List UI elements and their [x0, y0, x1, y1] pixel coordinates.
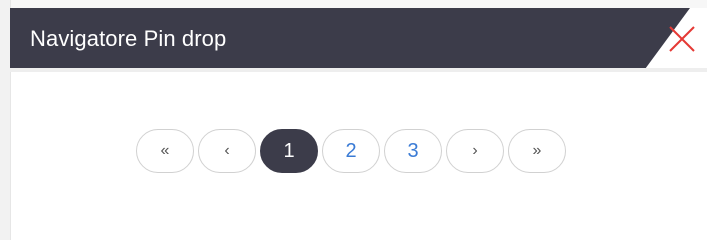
- window-left-border: [0, 0, 11, 240]
- header-separator: [10, 68, 707, 72]
- page-1-button[interactable]: 1: [260, 129, 318, 173]
- last-page-button[interactable]: »: [508, 129, 566, 173]
- next-page-button[interactable]: ›: [446, 129, 504, 173]
- pin-drop-navigator-window: Navigatore Pin drop « ‹ 1 2 3 › »: [0, 0, 707, 240]
- window-top-strip: [0, 0, 707, 8]
- page-2-button[interactable]: 2: [322, 129, 380, 173]
- close-icon: [669, 26, 695, 52]
- pagination: « ‹ 1 2 3 › »: [136, 129, 566, 173]
- close-button[interactable]: [665, 22, 699, 56]
- first-page-button[interactable]: «: [136, 129, 194, 173]
- window-title: Navigatore Pin drop: [30, 26, 227, 51]
- previous-page-button[interactable]: ‹: [198, 129, 256, 173]
- page-3-button[interactable]: 3: [384, 129, 442, 173]
